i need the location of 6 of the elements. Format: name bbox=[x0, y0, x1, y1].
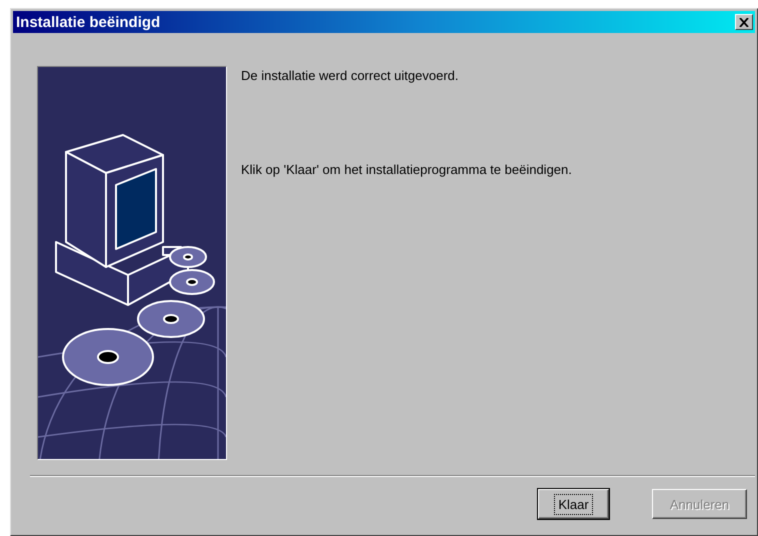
close-icon bbox=[739, 18, 749, 26]
finish-button[interactable]: Klaar bbox=[538, 489, 609, 519]
close-button[interactable] bbox=[735, 14, 753, 30]
window-title: Installatie beëindigd bbox=[16, 14, 160, 30]
message-text: De installatie werd correct uitgevoerd. bbox=[241, 68, 460, 83]
message-text: Klik op 'Klaar' om het installatieprogramma te beëindigen. bbox=[241, 162, 572, 177]
